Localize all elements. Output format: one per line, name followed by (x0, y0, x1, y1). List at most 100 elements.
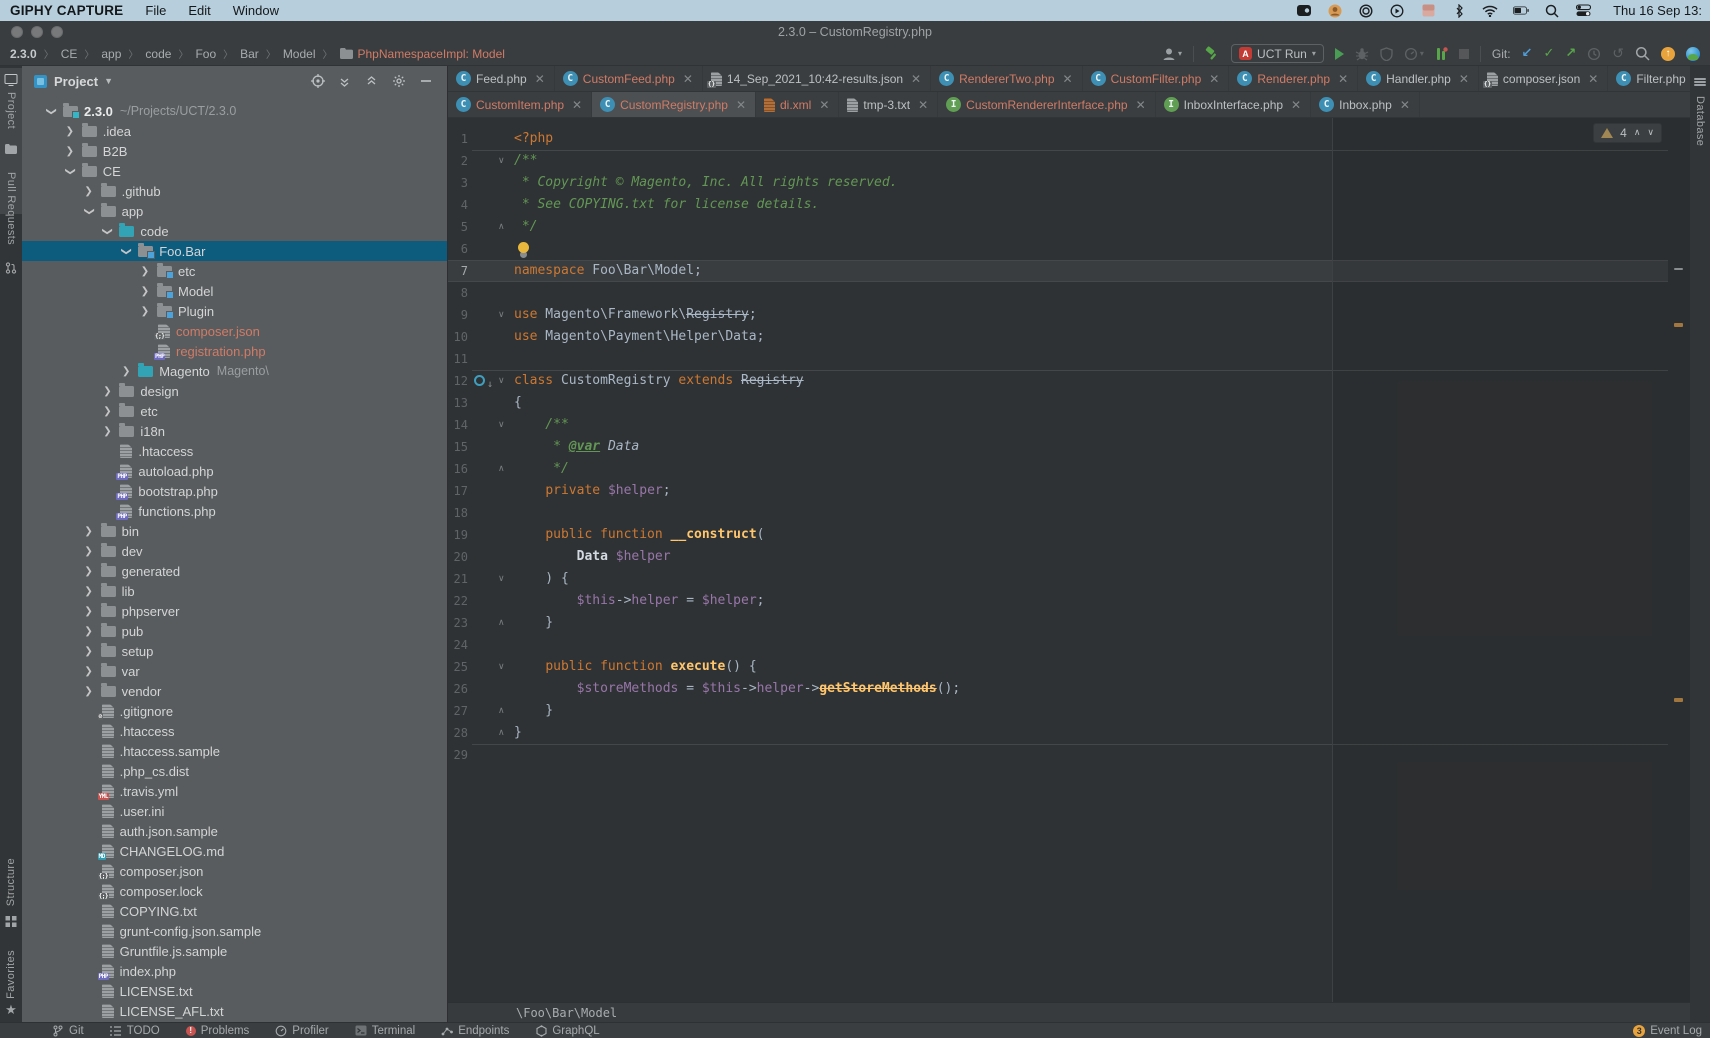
color-swatch-icon[interactable] (1420, 4, 1436, 18)
tree-item-composer.json[interactable]: {;} composer.json (22, 321, 447, 341)
tree-item-2.3.0[interactable]: ❯ 2.3.0~/Projects/UCT/2.3.0 (22, 101, 447, 121)
tree-item-autoload.php[interactable]: PHP autoload.php (22, 461, 447, 481)
fold-marker-icon[interactable]: ∨ (498, 568, 505, 590)
editor-tab[interactable]: CCustomFilter.php ✕ (1083, 66, 1230, 91)
minimize-window-button[interactable] (31, 26, 43, 38)
tool-button-pull-requests[interactable]: Pull Requests (5, 172, 17, 245)
stop-icon[interactable] (1459, 49, 1469, 59)
chevron-collapsed-icon[interactable]: ❯ (102, 406, 112, 417)
fold-marker-icon[interactable]: ∧ (498, 722, 505, 744)
fold-marker-icon[interactable]: ∨ (498, 414, 505, 436)
menubar-item-file[interactable]: File (145, 3, 166, 18)
editor-tab[interactable]: CInbox.php ✕ (1311, 92, 1420, 117)
menubar-clock[interactable]: Thu 16 Sep 13: (1613, 3, 1702, 18)
tool-button-favorites[interactable]: Favorites (5, 950, 17, 999)
git-history-icon[interactable] (1587, 47, 1601, 61)
fold-marker-icon[interactable]: ∨ (498, 304, 505, 326)
scrollbar-warning-mark[interactable] (1674, 698, 1683, 702)
chevron-expanded-icon[interactable]: ❯ (46, 106, 57, 116)
statusbar-tool-todo[interactable]: TODO (110, 1025, 160, 1037)
tree-item-functions.php[interactable]: PHP functions.php (22, 501, 447, 521)
tool-button-project[interactable]: Project (5, 92, 17, 129)
editor-tab[interactable]: IInboxInterface.php ✕ (1156, 92, 1311, 117)
user-avatar-icon[interactable] (1327, 4, 1343, 18)
git-commit-icon[interactable]: ✓ (1543, 47, 1554, 60)
tree-item-phpserver[interactable]: ❯ phpserver (22, 601, 447, 621)
tree-item-design[interactable]: ❯ design (22, 381, 447, 401)
statusbar-tool-problems[interactable]: !Problems (186, 1025, 250, 1037)
tree-item-.user.ini[interactable]: .user.ini (22, 801, 447, 821)
chevron-collapsed-icon[interactable]: ❯ (84, 586, 94, 597)
scrollbar-caret-mark[interactable] (1674, 268, 1683, 270)
chevron-collapsed-icon[interactable]: ❯ (84, 686, 94, 697)
tree-item-Gruntfile.js.sample[interactable]: Gruntfile.js.sample (22, 941, 447, 961)
close-icon[interactable]: ✕ (1459, 73, 1469, 85)
close-icon[interactable]: ✕ (918, 99, 928, 111)
intention-bulb-icon[interactable] (518, 242, 529, 253)
tree-item-registration.php[interactable]: PHP registration.php (22, 341, 447, 361)
tree-item-Foo.Bar[interactable]: ❯ Foo.Bar (22, 241, 447, 261)
tree-item-LICENSE-AFL.txt[interactable]: LICENSE_AFL.txt (22, 1001, 447, 1021)
close-icon[interactable]: ✕ (911, 73, 921, 85)
editor-tab[interactable]: CHandler.php ✕ (1358, 66, 1479, 91)
chevron-collapsed-icon[interactable]: ❯ (84, 186, 94, 197)
tree-item-auth.json.sample[interactable]: auth.json.sample (22, 821, 447, 841)
override-marker-icon[interactable] (474, 375, 485, 386)
tree-item-CE[interactable]: ❯ CE (22, 161, 447, 181)
close-icon[interactable]: ✕ (1400, 99, 1410, 111)
close-icon[interactable]: ✕ (736, 99, 746, 111)
tree-item-index.php[interactable]: PHP index.php (22, 961, 447, 981)
chevron-expanded-icon[interactable]: ❯ (83, 206, 94, 216)
close-icon[interactable]: ✕ (1338, 73, 1348, 85)
tree-item-.travis.yml[interactable]: YML .travis.yml (22, 781, 447, 801)
close-icon[interactable]: ✕ (819, 99, 829, 111)
search-icon[interactable] (1544, 4, 1560, 18)
chevron-collapsed-icon[interactable]: ❯ (140, 266, 150, 277)
tree-item-.php-cs.dist[interactable]: .php_cs.dist (22, 761, 447, 781)
git-rollback-icon[interactable]: ↺ (1612, 47, 1624, 61)
chevron-expanded-icon[interactable]: ❯ (64, 166, 75, 176)
fold-marker-icon[interactable]: ∨ (498, 656, 505, 678)
close-icon[interactable]: ✕ (1588, 73, 1598, 85)
breadcrumb-item[interactable]: 2.3.0 (10, 47, 37, 61)
code-with-me-icon[interactable] (1686, 47, 1700, 61)
close-icon[interactable]: ✕ (1136, 99, 1146, 111)
chevron-collapsed-icon[interactable]: ❯ (84, 566, 94, 577)
close-icon[interactable]: ✕ (535, 73, 545, 85)
battery-icon[interactable] (1513, 4, 1529, 18)
control-center-icon[interactable] (1575, 4, 1591, 18)
project-panel-title[interactable]: Project (54, 74, 98, 89)
tree-item-.gitignore[interactable]: ⊘ .gitignore (22, 701, 447, 721)
tool-button-structure[interactable]: Structure (5, 858, 17, 906)
tree-item-LICENSE.txt[interactable]: LICENSE.txt (22, 981, 447, 1001)
editor-tab[interactable]: {}14_Sep_2021_10:42-results.json ✕ (703, 66, 931, 91)
fold-marker-icon[interactable]: ∨ (498, 370, 505, 392)
statusbar-tool-terminal[interactable]: Terminal (355, 1025, 415, 1037)
zoom-window-button[interactable] (51, 26, 63, 38)
statusbar-tool-git[interactable]: Git (52, 1025, 84, 1037)
close-icon[interactable]: ✕ (1063, 73, 1073, 85)
tree-item-bin[interactable]: ❯ bin (22, 521, 447, 541)
breadcrumb-item[interactable]: CE (61, 47, 78, 61)
close-icon[interactable]: ✕ (1209, 73, 1219, 85)
locate-file-icon[interactable] (304, 66, 331, 96)
tree-item-code[interactable]: ❯ code (22, 221, 447, 241)
previous-warning-icon[interactable]: ∧ (1634, 128, 1641, 138)
inspection-widget[interactable]: 4 ∧ ∨ (1593, 123, 1662, 143)
event-log-button[interactable]: 3 Event Log (1633, 1025, 1702, 1037)
scrollbar-warning-mark[interactable] (1674, 323, 1683, 327)
menubar-item-window[interactable]: Window (233, 3, 279, 18)
close-icon[interactable]: ✕ (572, 99, 582, 111)
tree-item-etc[interactable]: ❯ etc (22, 401, 447, 421)
editor-tab[interactable]: CFilter.php ✕ (1608, 66, 1690, 91)
code-editor[interactable]: 1 <?php 2 ∨ /** 3 * Copyright © Magento,… (448, 118, 1690, 1002)
tree-item-composer.json[interactable]: {;} composer.json (22, 861, 447, 881)
editor-tab[interactable]: CRendererTwo.php ✕ (931, 66, 1082, 91)
editor-tab[interactable]: CCustomFeed.php ✕ (555, 66, 703, 91)
breadcrumb-active-item[interactable]: PhpNamespaceImpl: Model (340, 47, 505, 61)
breadcrumb-item[interactable]: Foo (195, 47, 216, 61)
close-window-button[interactable] (11, 26, 23, 38)
editor-tab[interactable]: ICustomRendererInterface.php ✕ (938, 92, 1155, 117)
fold-marker-icon[interactable]: ∧ (498, 216, 505, 238)
tree-item-.htaccess.sample[interactable]: .htaccess.sample (22, 741, 447, 761)
